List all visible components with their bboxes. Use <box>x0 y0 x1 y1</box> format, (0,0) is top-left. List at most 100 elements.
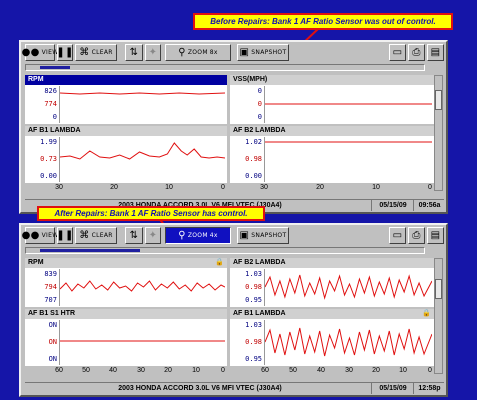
y-current-label: 0.73 <box>40 155 57 163</box>
x-tick: 10 <box>399 367 407 374</box>
plot-area <box>264 86 432 123</box>
camera-icon: ▣ <box>239 229 250 241</box>
view-button[interactable]: ●● VIEW <box>22 227 58 244</box>
x-tick: 10 <box>165 184 173 191</box>
plot-area <box>59 137 225 182</box>
y-max-label: 1.03 <box>245 321 262 329</box>
printer-icon: ⎙ <box>412 46 421 58</box>
graph-panel-rpm[interactable]: RPM 🔒 839 794 707 <box>25 258 227 307</box>
y-max-label: 0 <box>257 87 262 95</box>
y-min-label: 0 <box>257 113 262 121</box>
x-tick: 60 <box>55 367 63 374</box>
x-tick: 40 <box>109 367 117 374</box>
date-label: 05/15/09 <box>373 383 414 394</box>
x-tick: 0 <box>221 184 225 191</box>
time-slider[interactable] <box>25 247 425 254</box>
pause-icon: ❚❚ <box>56 46 74 58</box>
plot-area <box>59 320 225 365</box>
y-max-label: 1.02 <box>245 138 262 146</box>
trace-line <box>265 327 432 357</box>
x-tick: 50 <box>82 367 90 374</box>
clear-button[interactable]: ⌘ CLEAR <box>75 227 117 244</box>
panel-title: AF B2 LAMBDA <box>230 258 434 268</box>
toolbox-button[interactable]: ▤ <box>427 44 444 61</box>
x-tick: 50 <box>289 367 297 374</box>
trace-line <box>60 280 225 292</box>
plot-area <box>264 137 432 182</box>
lock-icon: 🔒 <box>422 310 431 317</box>
clear-icon: ⌘ <box>79 229 90 241</box>
snapshot-button[interactable]: ▣ SNAPSHOT <box>237 44 289 61</box>
graph-panel-af-b1-s1-htr[interactable]: AF B1 S1 HTR ON ON ON <box>25 309 227 366</box>
graph-panel-af-b1-lambda[interactable]: AF B1 LAMBDA 🔒 1.03 0.98 0.95 <box>230 309 434 366</box>
toolbar: ●● VIEW ❚❚ ⌘ CLEAR ⇅ ✦ ⚲ ZOOM 4x ▣ SNAPSHOT ▭… <box>22 227 444 246</box>
view-button[interactable]: ●● VIEW <box>21 44 58 61</box>
folder-button[interactable]: ▭ <box>389 227 406 244</box>
panel-title: AF B1 LAMBDA <box>230 309 434 319</box>
x-tick: 40 <box>317 367 325 374</box>
time-label: 12:58p <box>418 385 441 392</box>
pause-button[interactable]: ❚❚ <box>56 44 74 61</box>
sort-button[interactable]: ⇅ <box>125 44 143 61</box>
graph-panel-af-b1-lambda[interactable]: AF B1 LAMBDA 1.99 0.73 0.00 <box>25 126 227 183</box>
camera-icon: ▣ <box>239 46 250 58</box>
scroll-thumb[interactable] <box>435 279 442 299</box>
graph-panel-af-b2-lambda[interactable]: AF B2 LAMBDA 1.03 0.98 0.95 <box>230 258 434 307</box>
y-min-label: 0.95 <box>245 296 262 304</box>
y-min-label: 0.95 <box>245 355 262 363</box>
y-min-label: 0.00 <box>40 172 57 180</box>
x-tick: 0 <box>428 367 432 374</box>
panel-title: AF B1 LAMBDA <box>25 126 227 136</box>
y-max-label: ON <box>48 321 57 329</box>
plot-area <box>264 269 432 306</box>
x-axis: 30 20 10 0 30 20 10 0 <box>25 184 434 193</box>
pause-button[interactable]: ❚❚ <box>56 227 74 244</box>
print-button[interactable]: ⎙ <box>408 44 425 61</box>
y-current-label: 0.98 <box>245 283 262 291</box>
y-min-label: 707 <box>44 296 57 304</box>
panel-title: RPM <box>25 258 227 268</box>
zoom-icon: ⚲ <box>178 229 186 241</box>
x-tick: 20 <box>110 184 118 191</box>
y-max-label: 1.03 <box>245 270 262 278</box>
zoom-button[interactable]: ⚲ ZOOM 4x <box>165 227 231 244</box>
date-label: 05/15/09 <box>373 200 414 211</box>
vertical-scrollbar[interactable] <box>434 75 443 191</box>
y-current-label: 774 <box>44 100 57 108</box>
x-tick: 30 <box>345 367 353 374</box>
binoculars-icon: ●● <box>21 46 40 58</box>
graph-panel-af-b2-lambda[interactable]: AF B2 LAMBDA 1.02 0.98 0.00 <box>230 126 434 183</box>
toolbox-button[interactable]: ▤ <box>427 227 444 244</box>
wand-button[interactable]: ✦ <box>145 227 161 244</box>
x-tick: 30 <box>260 184 268 191</box>
y-current-label: 0.98 <box>245 338 262 346</box>
trace-line <box>60 142 225 160</box>
graph-panel-vss[interactable]: VSS(MPH) 0 0 0 <box>230 75 434 124</box>
time-slider[interactable] <box>25 64 425 71</box>
pause-icon: ❚❚ <box>56 229 74 241</box>
time-label: 09:56a <box>418 202 441 209</box>
vertical-scrollbar[interactable] <box>434 258 443 374</box>
panel-title: AF B2 LAMBDA <box>230 126 434 136</box>
clear-button[interactable]: ⌘ CLEAR <box>75 44 117 61</box>
graph-panel-rpm[interactable]: RPM 826 774 0 <box>25 75 227 124</box>
lock-icon: 🔒 <box>215 259 224 266</box>
snapshot-button[interactable]: ▣ SNAPSHOT <box>237 227 289 244</box>
wand-button[interactable]: ✦ <box>145 44 161 61</box>
scroll-thumb[interactable] <box>435 90 442 110</box>
graph-area: RPM 🔒 839 794 707 AF B2 LAMBDA 1.03 0.98… <box>25 258 434 366</box>
wand-icon: ✦ <box>148 46 158 58</box>
x-tick: 30 <box>137 367 145 374</box>
sort-icon: ⇅ <box>129 229 139 241</box>
folder-button[interactable]: ▭ <box>389 44 406 61</box>
x-tick: 0 <box>428 184 432 191</box>
zoom-button[interactable]: ⚲ ZOOM 8x <box>165 44 231 61</box>
print-button[interactable]: ⎙ <box>408 227 425 244</box>
toolbox-icon: ▤ <box>430 46 441 58</box>
y-current-label: ON <box>48 338 57 346</box>
panel-title: RPM <box>25 75 227 85</box>
vehicle-label: 2003 HONDA ACCORD 3.0L V6 MFI VTEC (J30A… <box>29 383 372 394</box>
wand-icon: ✦ <box>148 229 158 241</box>
toolbox-icon: ▤ <box>430 229 441 241</box>
sort-button[interactable]: ⇅ <box>125 227 143 244</box>
